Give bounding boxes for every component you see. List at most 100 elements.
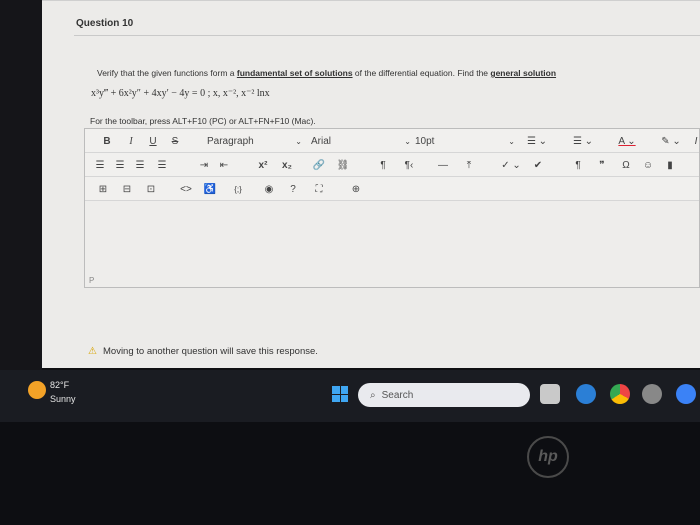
clear-format-button[interactable]: I: [691, 133, 700, 149]
horizontal-line-icon: —: [438, 159, 448, 171]
more-options-button[interactable]: ⊕: [347, 181, 365, 197]
top-divider: [42, 0, 700, 1]
accessibility-button[interactable]: ♿: [203, 181, 217, 197]
numbered-list-icon: ☰ ⌄: [572, 135, 594, 147]
highlight-pen-icon: ✎ ⌄: [661, 135, 681, 147]
accessibility-icon: ♿: [203, 183, 217, 195]
source-code-button[interactable]: <>: [177, 181, 195, 197]
save-warning-text: Moving to another question will save thi…: [103, 346, 318, 357]
checkmark-icon: ✔: [533, 159, 543, 171]
help-button[interactable]: ?: [285, 181, 301, 197]
editor-content-area[interactable]: P: [85, 201, 699, 287]
search-placeholder: Search: [381, 389, 414, 401]
italic-button[interactable]: I: [125, 133, 137, 149]
special-character-button[interactable]: Ω: [619, 157, 633, 173]
help-icon: ?: [290, 183, 296, 195]
font-size-value: 10pt: [415, 135, 435, 147]
bookmark-button[interactable]: ▮: [663, 157, 677, 173]
bookmark-icon: ▮: [667, 159, 673, 171]
font-family-select[interactable]: Arial ⌄: [311, 133, 411, 149]
justify-button[interactable]: ☰: [155, 157, 169, 173]
toolbar-row-2: ☰ ☰ ☰ ☰ ⇥ ⇤ x² x₂ 🔗 ⛓ ¶ ¶‹ — ⤒ ✓ ⌄ ✔ ¶ ❞…: [85, 153, 699, 177]
code-sample-button[interactable]: {;}: [227, 181, 249, 197]
font-size-select[interactable]: 10pt ⌄: [415, 133, 515, 149]
fullscreen-icon: ⛶: [315, 183, 323, 195]
warning-icon: ⚠: [88, 345, 97, 357]
chevron-down-icon: ⌄: [295, 136, 302, 146]
text-color-icon: A ⌄: [618, 135, 636, 147]
windows-start-icon[interactable]: [332, 386, 348, 402]
table-grid-icon: ⊟: [122, 183, 132, 195]
font-family-value: Arial: [311, 135, 332, 147]
paragraph-select-value: Paragraph: [207, 135, 254, 147]
bullet-list-button[interactable]: ☰ ⌄: [517, 133, 557, 149]
prompt-term-fundamental-set: fundamental set of solutions: [236, 68, 353, 78]
subscript-button[interactable]: x₂: [279, 157, 295, 173]
file-explorer-icon[interactable]: [540, 384, 560, 404]
hp-logo: hp: [527, 436, 569, 478]
remove-link-button[interactable]: ⛓: [335, 157, 351, 173]
underline-button[interactable]: U: [147, 133, 159, 149]
checkmark-button[interactable]: ✔: [531, 157, 545, 173]
rtl-button[interactable]: ¶‹: [401, 157, 417, 173]
insert-table-button[interactable]: ⊞: [95, 181, 111, 197]
chrome-icon[interactable]: [610, 384, 630, 404]
highlight-color-button[interactable]: ✎ ⌄: [651, 133, 691, 149]
strikethrough-button[interactable]: S: [169, 133, 181, 149]
superscript-button[interactable]: x²: [255, 157, 271, 173]
toolbar-row-1: B I U S Paragraph ⌄ Arial ⌄ 10pt ⌄ ☰ ⌄ ☰…: [85, 129, 699, 153]
horizontal-line-button[interactable]: —: [437, 157, 449, 173]
question-title: Question 10: [76, 18, 134, 29]
windows-taskbar: 82°F Sunny ⌕ Search: [0, 370, 700, 422]
emoji-button[interactable]: ☺: [641, 157, 655, 173]
clear-format-icon: I: [694, 135, 698, 147]
fullscreen-button[interactable]: ⛶: [311, 181, 327, 197]
toolbar-row-3: ⊞ ⊟ ⊡ <> ♿ {;} ◉ ? ⛶ ⊕: [85, 177, 699, 201]
spellcheck-button[interactable]: ✓ ⌄: [497, 157, 525, 173]
blockquote-button[interactable]: ❞: [595, 157, 609, 173]
insert-link-button[interactable]: 🔗: [311, 157, 327, 173]
show-blocks-button[interactable]: ¶: [571, 157, 585, 173]
bold-button[interactable]: B: [101, 133, 113, 149]
preview-button[interactable]: ◉: [261, 181, 277, 197]
emoji-icon: ☺: [642, 159, 654, 171]
screen-bezel-left: [0, 0, 42, 370]
text-color-button[interactable]: A ⌄: [607, 133, 647, 149]
settings-gear-icon[interactable]: [642, 384, 662, 404]
paragraph-select[interactable]: Paragraph ⌄: [207, 133, 302, 149]
question-prompt: Verify that the given functions form a f…: [97, 68, 556, 78]
indent-icon: ⇥: [199, 159, 209, 171]
element-path-label: P: [89, 276, 95, 285]
chevron-down-icon: ⌄: [404, 136, 411, 146]
upload-button[interactable]: ⤒: [461, 157, 477, 173]
upload-icon: ⤒: [466, 159, 472, 171]
align-right-button[interactable]: ☰: [133, 157, 147, 173]
table-icon: ⊞: [98, 183, 108, 195]
align-left-button[interactable]: ☰: [93, 157, 107, 173]
align-left-icon: ☰: [95, 159, 105, 171]
weather-condition[interactable]: Sunny: [50, 394, 76, 404]
search-icon: ⌕: [370, 389, 376, 401]
toolbar-shortcut-note: For the toolbar, press ALT+F10 (PC) or A…: [90, 116, 316, 126]
browser-content: Question 10 Verify that the given functi…: [42, 0, 700, 368]
app-z-icon[interactable]: [676, 384, 696, 404]
outdent-button[interactable]: ⇤: [217, 157, 231, 173]
spellcheck-icon: ✓ ⌄: [501, 159, 521, 171]
align-center-button[interactable]: ☰: [113, 157, 127, 173]
unlink-icon: ⛓: [336, 159, 350, 171]
indent-button[interactable]: ⇥: [197, 157, 211, 173]
prompt-term-general-solution: general solution: [490, 68, 557, 78]
question-header: Question 10: [74, 12, 700, 36]
align-right-icon: ☰: [135, 159, 145, 171]
outdent-icon: ⇤: [219, 159, 229, 171]
plus-circle-icon: ⊕: [351, 183, 361, 195]
sun-icon[interactable]: [28, 381, 46, 399]
taskbar-search[interactable]: ⌕ Search: [358, 383, 530, 407]
table-cell-button[interactable]: ⊡: [143, 181, 159, 197]
table-properties-button[interactable]: ⊟: [119, 181, 135, 197]
store-icon[interactable]: [576, 384, 596, 404]
numbered-list-button[interactable]: ☰ ⌄: [563, 133, 603, 149]
ltr-button[interactable]: ¶: [375, 157, 391, 173]
weather-temperature[interactable]: 82°F: [50, 380, 69, 390]
rich-text-editor[interactable]: B I U S Paragraph ⌄ Arial ⌄ 10pt ⌄ ☰ ⌄ ☰…: [84, 128, 700, 288]
